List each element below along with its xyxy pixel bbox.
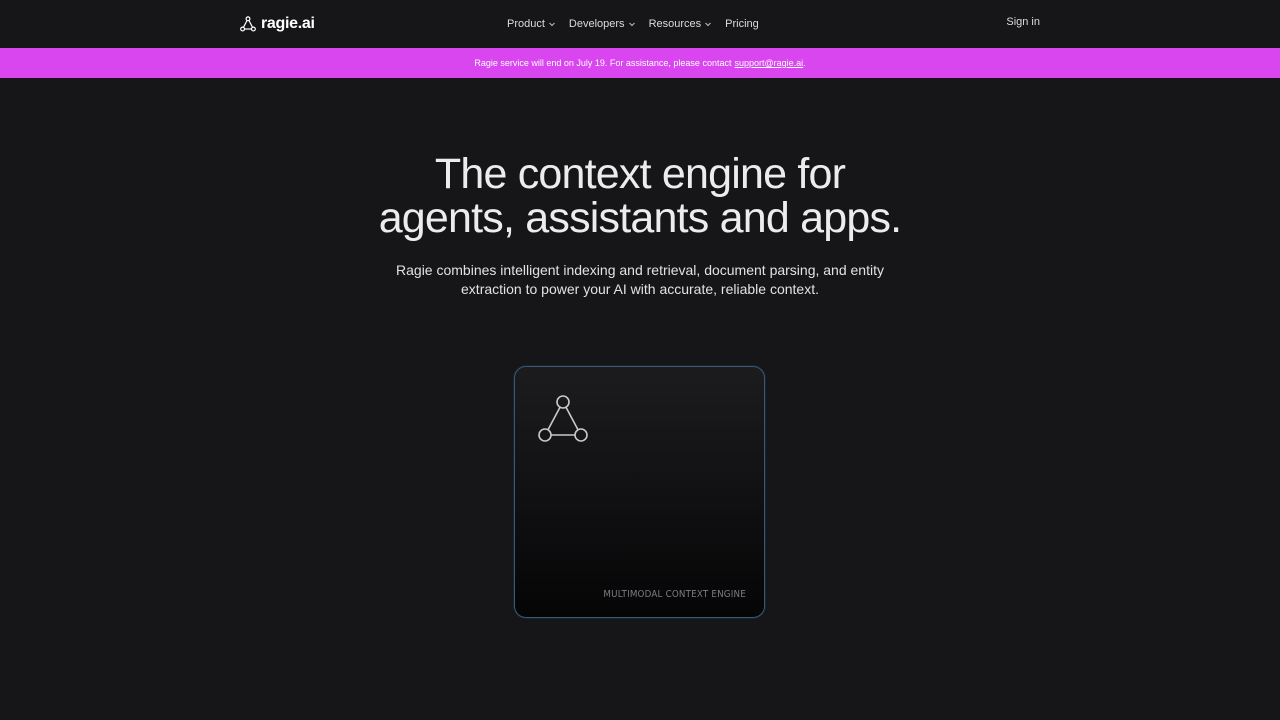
chevron-down-icon <box>549 22 555 27</box>
main-nav: Product Developers Resources Pricing <box>507 16 759 32</box>
nav-item-label: Product <box>507 18 545 30</box>
nav-item-developers[interactable]: Developers <box>569 18 636 30</box>
support-email-link[interactable]: support@ragie.ai <box>734 58 803 68</box>
card-label: MULTIMODAL CONTEXT ENGINE <box>603 589 746 600</box>
sign-in-link[interactable]: Sign in <box>1006 16 1040 28</box>
nav-item-label: Developers <box>568 18 625 30</box>
banner-text: Ragie service will end on July 19. For a… <box>474 58 732 68</box>
hero-title-line-1: The context engine for <box>434 150 846 198</box>
banner-trailing: . <box>803 58 806 68</box>
nav-item-product[interactable]: Product <box>507 18 556 30</box>
hero-subtitle: Ragie combines intelligent indexing and … <box>396 262 884 297</box>
logo-text: ragie.ai <box>261 15 315 32</box>
nav-item-label: Pricing <box>725 18 759 30</box>
hero-title: The context engine for agents, assistant… <box>240 152 1040 240</box>
nav-item-pricing[interactable]: Pricing <box>725 18 759 30</box>
nav-item-resources[interactable]: Resources <box>649 18 713 30</box>
context-engine-card: MULTIMODAL CONTEXT ENGINE <box>514 366 765 618</box>
service-notice-banner: Ragie service will end on July 19. For a… <box>0 48 1280 78</box>
chevron-down-icon <box>628 22 635 27</box>
ragie-logo-icon <box>240 16 256 32</box>
chevron-down-icon <box>705 22 711 27</box>
triangle-nodes-icon <box>538 395 588 442</box>
hero-title-line-2: agents, assistants and apps. <box>378 194 902 242</box>
nav-item-label: Resources <box>648 18 702 30</box>
logo-link[interactable]: ragie.ai <box>240 14 315 34</box>
navbar: ragie.ai Product Developers Resources Pr… <box>0 0 1280 48</box>
